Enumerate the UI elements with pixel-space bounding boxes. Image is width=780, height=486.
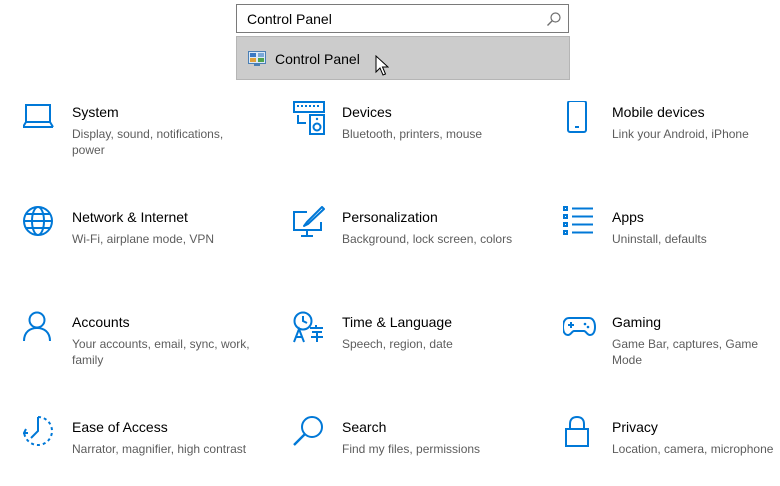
list-icon [563,206,593,235]
tile-title: Mobile devices [612,104,705,120]
tile-title: Accounts [72,314,130,330]
paint-monitor-icon [293,206,325,237]
padlock-icon [565,416,589,447]
tile-description: Location, camera, microphone [612,442,774,456]
tile-description: Speech, region, date [342,337,453,351]
tile-description: Game Bar, captures, Game Mode [612,337,759,367]
search-icon[interactable] [546,11,562,27]
tile-title: Personalization [342,209,438,225]
tile-time-language[interactable]: Time & Language Speech, region, date [293,311,543,381]
tile-system[interactable]: System Display, sound, notifications, po… [23,101,273,171]
tile-description: Display, sound, notifications, power [72,127,224,157]
tile-personalization[interactable]: Personalization Background, lock screen,… [293,206,543,276]
search-input[interactable] [237,5,537,32]
tile-network-internet[interactable]: Network & Internet Wi-Fi, airplane mode,… [23,206,273,276]
person-icon [23,311,51,342]
tile-title: Network & Internet [72,209,188,225]
tile-title: Gaming [612,314,662,330]
tile-description: Find my files, permissions [342,442,481,456]
tile-title: Devices [342,104,392,120]
magnifier-icon [293,416,323,446]
tile-mobile-devices[interactable]: Mobile devices Link your Android, iPhone [563,101,780,171]
tile-title: Apps [612,209,644,225]
tile-search[interactable]: Search Find my files, permissions [293,416,543,486]
tile-ease-of-access[interactable]: Ease of Access Narrator, magnifier, high… [23,416,273,486]
tile-description: Bluetooth, printers, mouse [342,127,483,141]
tile-description: Narrator, magnifier, high contrast [72,442,247,456]
tile-title: Ease of Access [72,419,168,435]
tile-title: System [72,104,119,120]
laptop-icon [23,104,54,128]
globe-icon [23,206,53,236]
tile-accounts[interactable]: Accounts Your accounts, email, sync, wor… [23,311,273,381]
tile-title: Time & Language [342,314,452,330]
tile-apps[interactable]: Apps Uninstall, defaults [563,206,780,276]
tile-devices[interactable]: Devices Bluetooth, printers, mouse [293,101,543,171]
search-suggestion-control-panel[interactable]: Control Panel [236,36,570,80]
phone-icon [567,101,587,133]
tile-description: Wi-Fi, airplane mode, VPN [72,232,215,246]
mouse-cursor-icon [375,55,389,76]
tile-privacy[interactable]: Privacy Location, camera, microphone [563,416,780,486]
suggestion-label: Control Panel [275,51,360,67]
tile-description: Uninstall, defaults [612,232,707,246]
tile-description: Your accounts, email, sync, work, family [72,337,250,367]
tile-title: Search [342,419,387,435]
keyboard-speaker-icon [293,101,325,135]
tile-description: Background, lock screen, colors [342,232,513,246]
search-box[interactable] [236,4,569,33]
control-panel-icon [248,51,266,66]
time-language-icon [293,311,323,343]
tile-title: Privacy [612,419,658,435]
ease-of-access-icon [23,416,53,446]
gamepad-icon [563,317,597,337]
tile-description: Link your Android, iPhone [612,127,749,141]
tile-gaming[interactable]: Gaming Game Bar, captures, Game Mode [563,311,780,381]
